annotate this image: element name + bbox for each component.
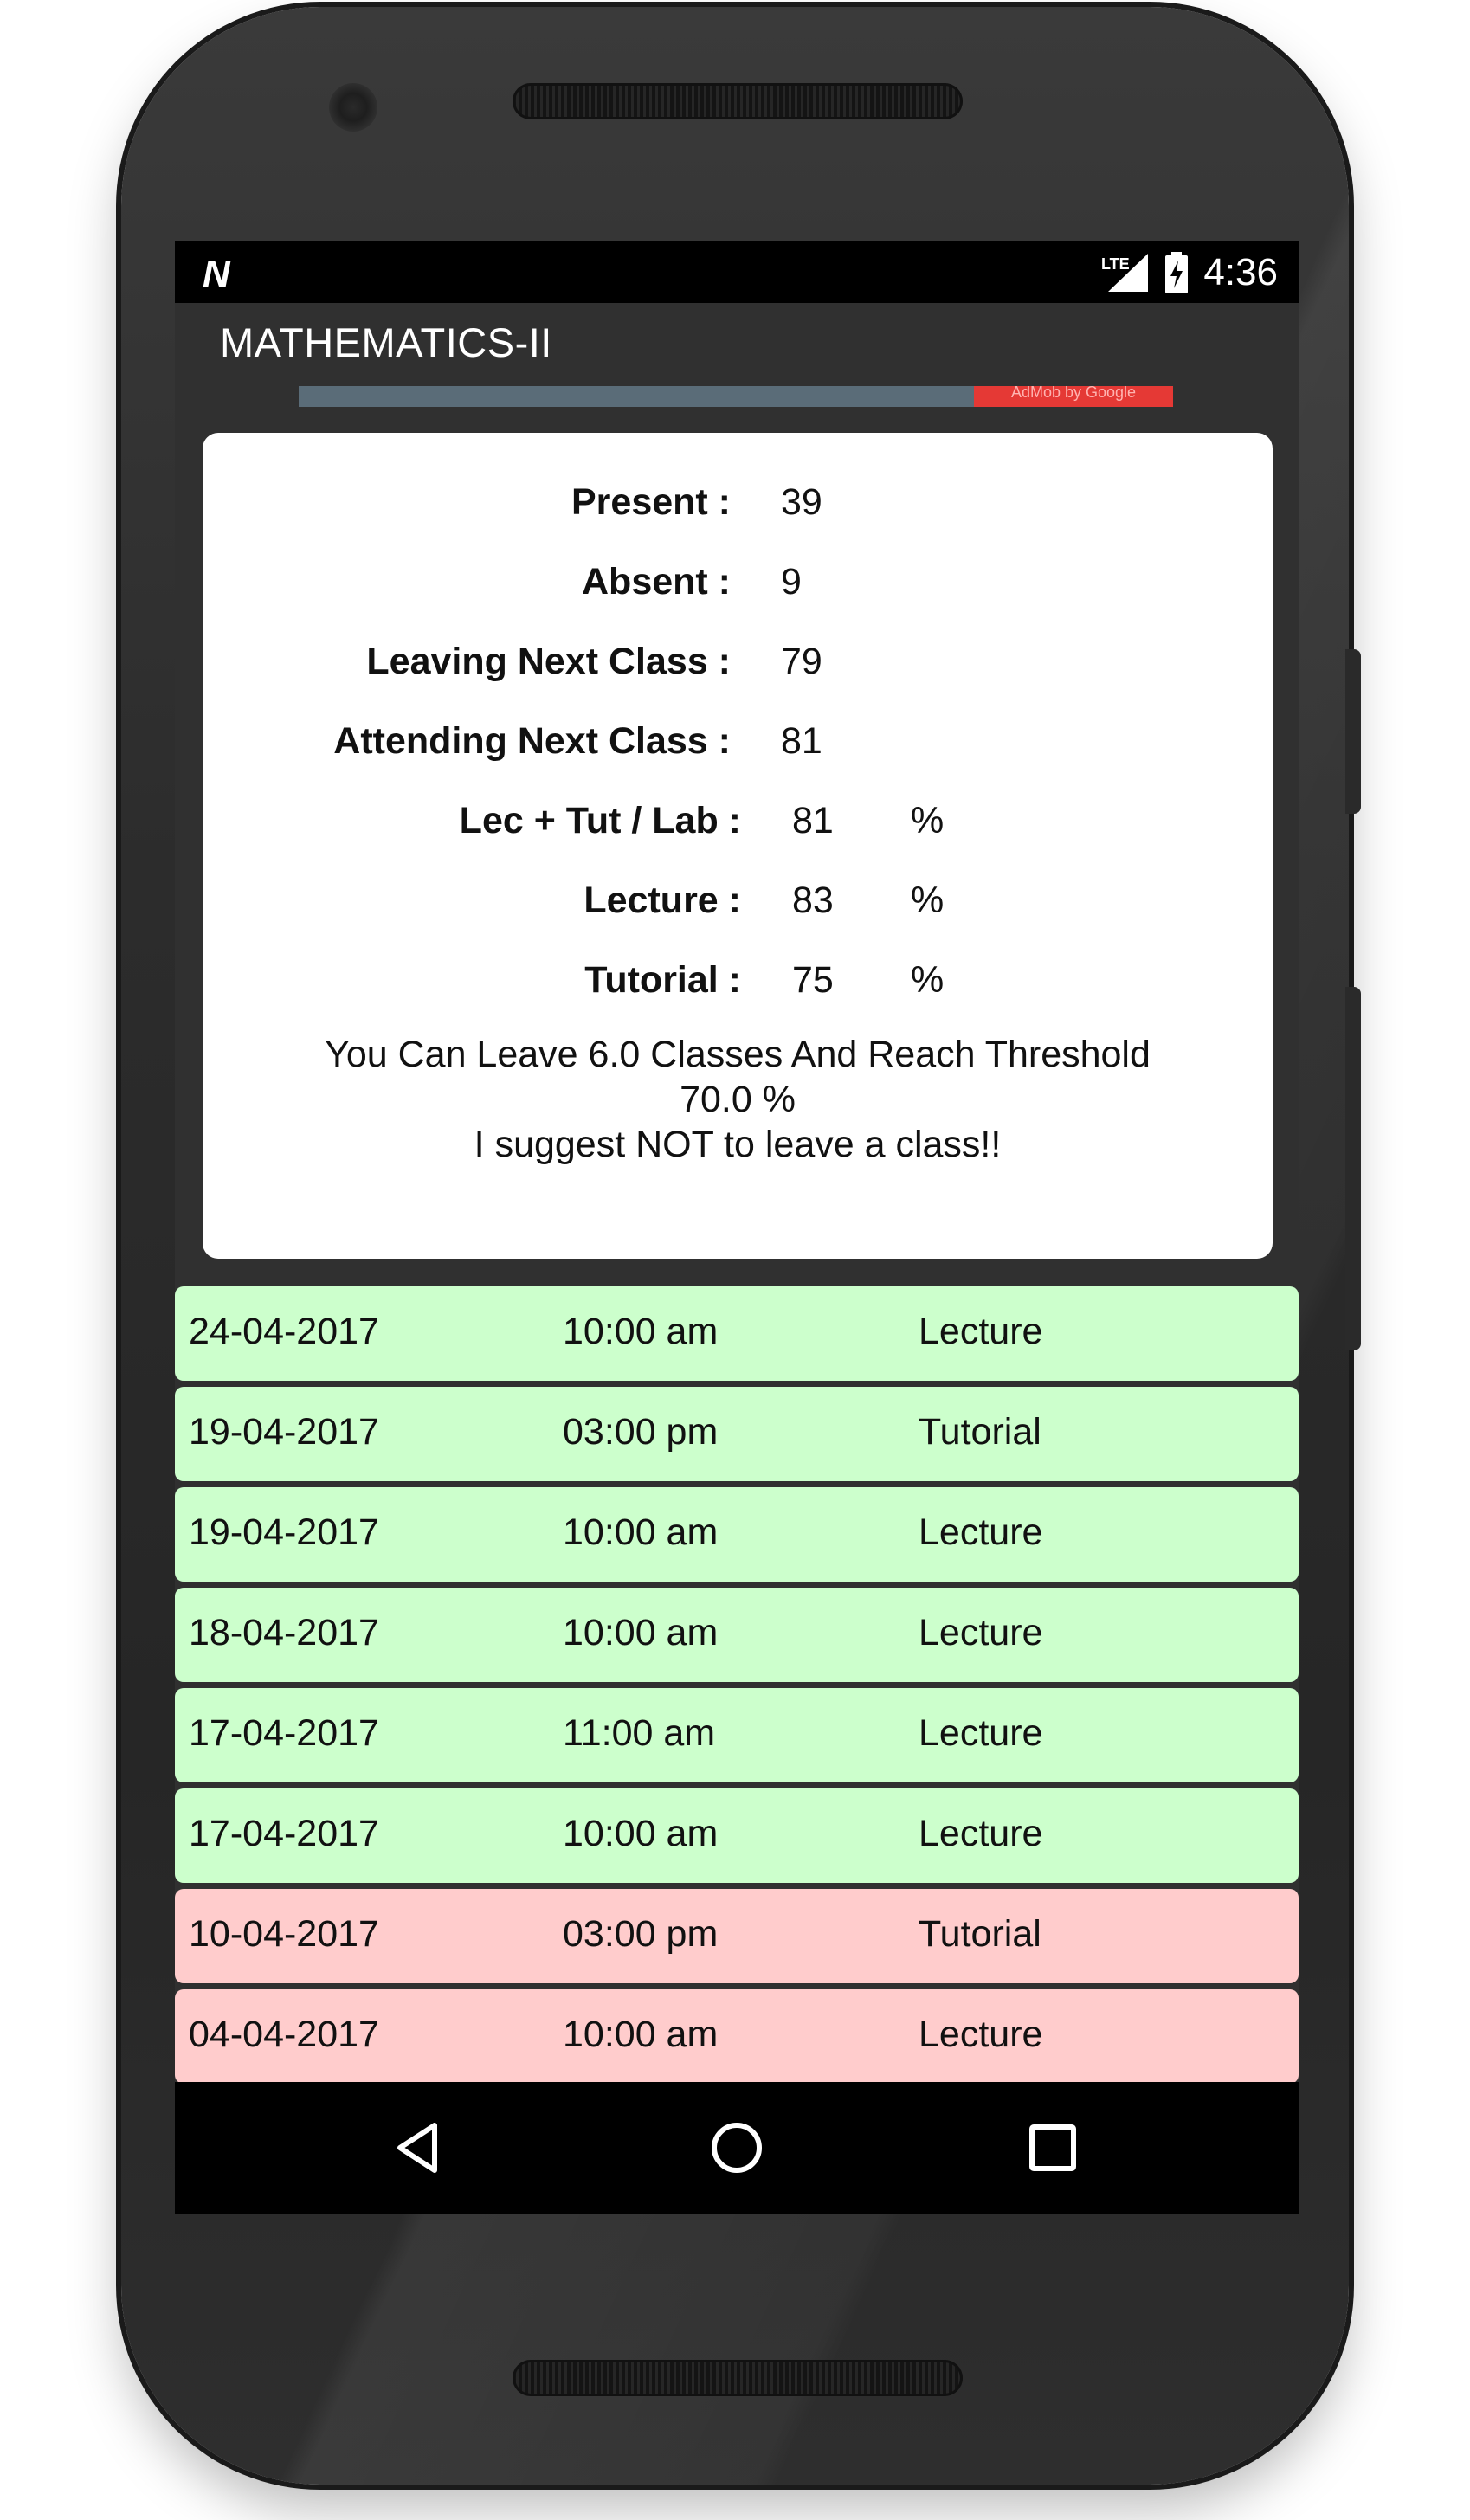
battery-icon bbox=[1165, 252, 1189, 293]
row-date: 17-04-2017 bbox=[189, 1813, 379, 1854]
row-time: 10:00 am bbox=[563, 1311, 719, 1352]
status-indicators: LTE 4:36 bbox=[1101, 251, 1278, 294]
bottom-speaker bbox=[513, 2360, 963, 2396]
stat-label: Lecture : bbox=[583, 880, 741, 921]
notification-n-icon: N bbox=[203, 253, 230, 295]
row-class-type: Lecture bbox=[919, 1311, 1043, 1352]
power-button bbox=[1345, 649, 1361, 814]
ad-banner[interactable]: AdMob by Google bbox=[299, 386, 1173, 407]
list-item[interactable]: 19-04-2017 03:00 pm Tutorial bbox=[175, 1387, 1299, 1481]
status-bar: N LTE 4:36 bbox=[175, 241, 1299, 303]
lte-signal-icon: LTE bbox=[1101, 254, 1149, 292]
stat-label: Present : bbox=[571, 481, 731, 523]
row-class-type: Lecture bbox=[919, 1511, 1043, 1553]
stat-row-leaving-next: Leaving Next Class : 79 bbox=[203, 641, 1273, 693]
earpiece-speaker bbox=[513, 83, 963, 119]
stat-value: 75 bbox=[792, 959, 834, 1001]
stat-label: Attending Next Class : bbox=[333, 720, 731, 762]
row-time: 11:00 am bbox=[563, 1712, 716, 1754]
summary-line-suggestion: I suggest NOT to leave a class!! bbox=[474, 1124, 1002, 1165]
threshold-summary: You Can Leave 6.0 Classes And Reach Thre… bbox=[203, 1032, 1273, 1167]
stat-value: 81 bbox=[781, 720, 822, 762]
row-class-type: Tutorial bbox=[919, 1913, 1041, 1955]
stat-label: Leaving Next Class : bbox=[366, 641, 731, 682]
row-time: 03:00 pm bbox=[563, 1411, 719, 1453]
row-class-type: Lecture bbox=[919, 2014, 1043, 2055]
list-item[interactable]: 10-04-2017 03:00 pm Tutorial bbox=[175, 1889, 1299, 1983]
admob-badge[interactable]: AdMob by Google bbox=[974, 386, 1173, 407]
system-nav-bar bbox=[175, 2082, 1299, 2214]
row-time: 03:00 pm bbox=[563, 1913, 719, 1955]
row-date: 19-04-2017 bbox=[189, 1511, 379, 1553]
front-camera bbox=[329, 83, 377, 132]
stat-value: 81 bbox=[792, 800, 834, 841]
device-frame-stage: N LTE 4:36 MATHEMATICS-II AdMob by Googl… bbox=[0, 0, 1470, 2520]
volume-button bbox=[1345, 987, 1361, 1350]
summary-line-threshold: 70.0 % bbox=[680, 1079, 796, 1120]
stat-row-overall-percent: Lec + Tut / Lab : 81 % bbox=[203, 800, 1273, 852]
lte-label: LTE bbox=[1101, 255, 1130, 273]
row-class-type: Lecture bbox=[919, 1712, 1043, 1754]
stat-label: Tutorial : bbox=[584, 959, 741, 1001]
row-date: 24-04-2017 bbox=[189, 1311, 379, 1352]
row-date: 18-04-2017 bbox=[189, 1612, 379, 1653]
stat-value: 79 bbox=[781, 641, 822, 682]
app-screen: N LTE 4:36 MATHEMATICS-II AdMob by Googl… bbox=[175, 241, 1299, 2214]
attendance-summary-card: Present : 39 Absent : 9 Leaving Next Cla… bbox=[203, 433, 1273, 1259]
stat-row-present: Present : 39 bbox=[203, 481, 1273, 533]
row-class-type: Lecture bbox=[919, 1612, 1043, 1653]
list-item[interactable]: 17-04-2017 10:00 am Lecture bbox=[175, 1788, 1299, 1883]
stat-unit: % bbox=[911, 880, 945, 921]
list-item[interactable]: 04-04-2017 10:00 am Lecture bbox=[175, 1989, 1299, 2084]
row-time: 10:00 am bbox=[563, 1813, 719, 1854]
stat-row-absent: Absent : 9 bbox=[203, 561, 1273, 613]
stat-label: Lec + Tut / Lab : bbox=[459, 800, 741, 841]
row-class-type: Lecture bbox=[919, 1813, 1043, 1854]
stat-value: 39 bbox=[781, 481, 822, 523]
list-item[interactable]: 17-04-2017 11:00 am Lecture bbox=[175, 1688, 1299, 1782]
list-item[interactable]: 19-04-2017 10:00 am Lecture bbox=[175, 1487, 1299, 1582]
row-date: 17-04-2017 bbox=[189, 1712, 379, 1754]
back-triangle-icon[interactable] bbox=[390, 2117, 452, 2179]
row-time: 10:00 am bbox=[563, 1612, 719, 1653]
stat-label: Absent : bbox=[582, 561, 731, 603]
row-date: 19-04-2017 bbox=[189, 1411, 379, 1453]
stat-unit: % bbox=[911, 959, 945, 1001]
row-date: 04-04-2017 bbox=[189, 2014, 379, 2055]
recents-square-icon[interactable] bbox=[1022, 2117, 1084, 2179]
home-circle-icon[interactable] bbox=[706, 2117, 768, 2179]
stat-value: 9 bbox=[781, 561, 802, 603]
stat-value: 83 bbox=[792, 880, 834, 921]
list-item[interactable]: 18-04-2017 10:00 am Lecture bbox=[175, 1588, 1299, 1682]
row-class-type: Tutorial bbox=[919, 1411, 1041, 1453]
summary-line-leave: You Can Leave 6.0 Classes And Reach Thre… bbox=[325, 1034, 1151, 1075]
page-title: MATHEMATICS-II bbox=[220, 319, 552, 365]
row-date: 10-04-2017 bbox=[189, 1913, 379, 1955]
row-time: 10:00 am bbox=[563, 1511, 719, 1553]
stat-row-tutorial-percent: Tutorial : 75 % bbox=[203, 959, 1273, 1011]
clock-time: 4:36 bbox=[1203, 251, 1278, 293]
stat-row-attending-next: Attending Next Class : 81 bbox=[203, 720, 1273, 772]
stat-row-lecture-percent: Lecture : 83 % bbox=[203, 880, 1273, 931]
row-time: 10:00 am bbox=[563, 2014, 719, 2055]
stat-unit: % bbox=[911, 800, 945, 841]
list-item[interactable]: 24-04-2017 10:00 am Lecture bbox=[175, 1286, 1299, 1381]
app-bar: MATHEMATICS-II bbox=[175, 303, 1299, 388]
